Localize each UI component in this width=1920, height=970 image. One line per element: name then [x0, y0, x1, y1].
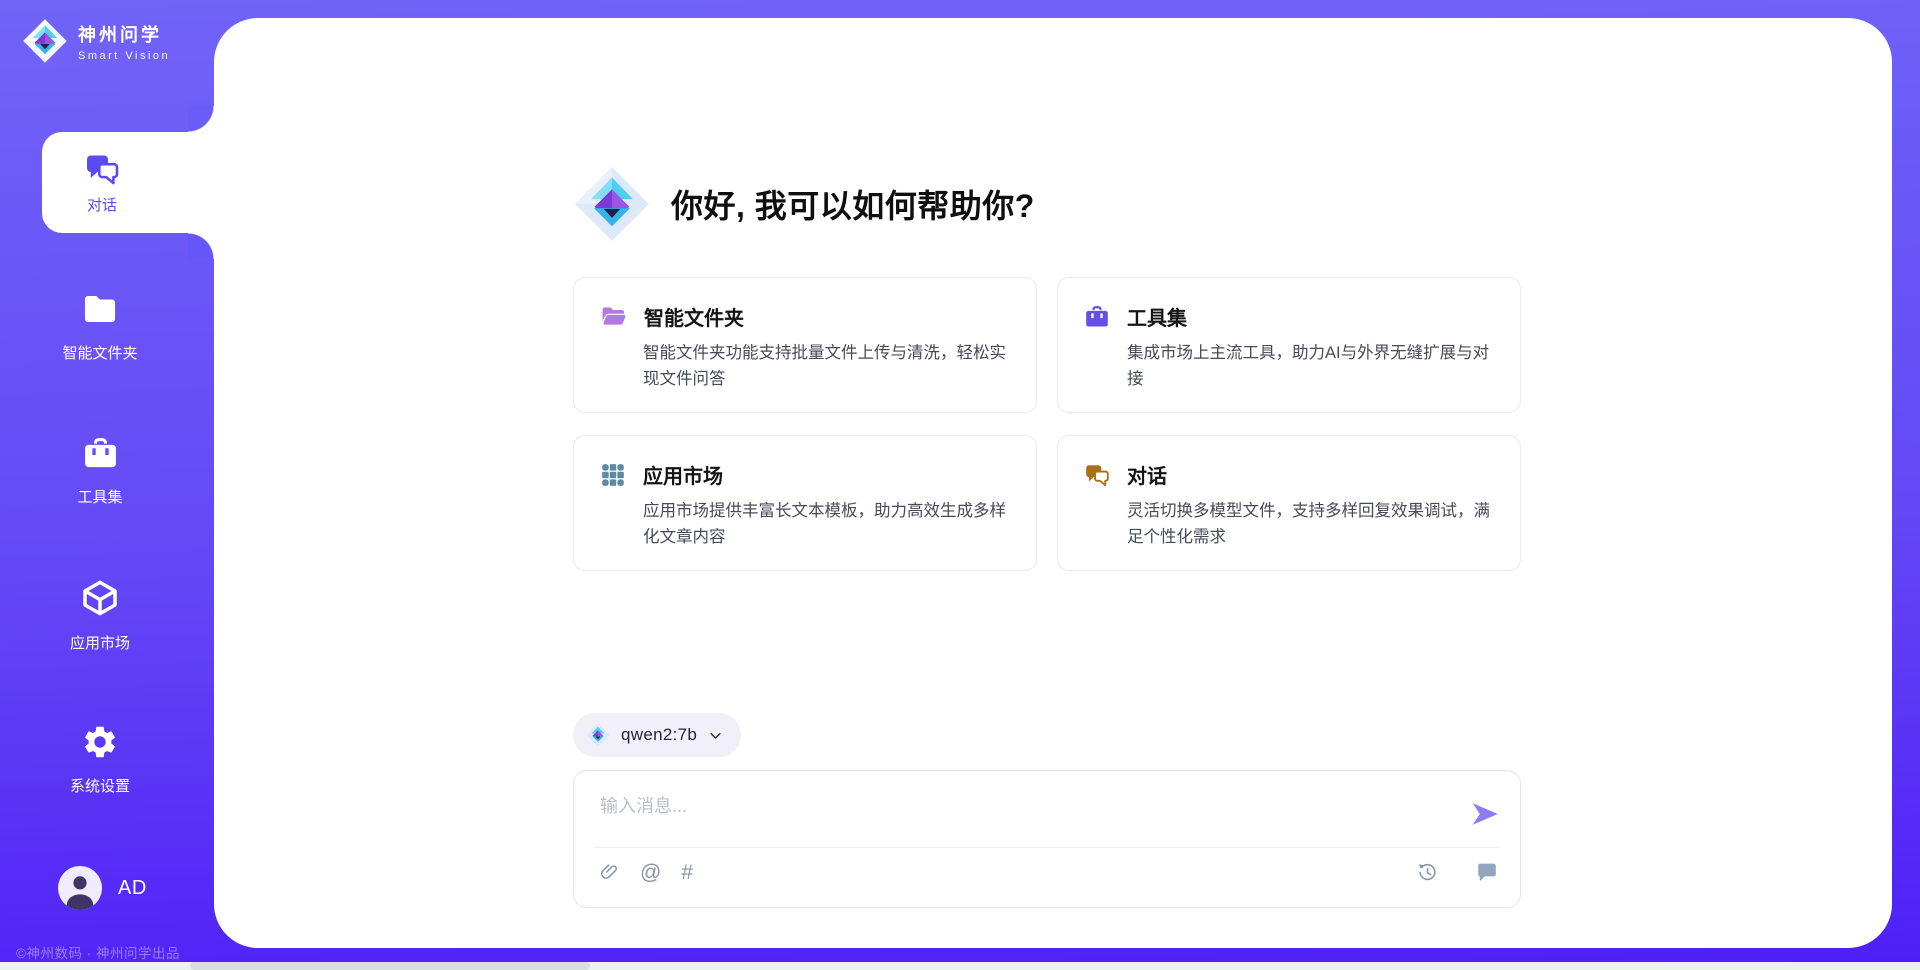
card-title: 对话	[1127, 460, 1167, 489]
chat-icon	[1084, 462, 1110, 488]
briefcase-icon	[82, 435, 119, 472]
person-icon	[58, 866, 102, 910]
sidebar-item-chat[interactable]: 对话	[42, 132, 214, 233]
card-description: 集成市场上主流工具，助力AI与外界无缝扩展与对接	[1127, 341, 1494, 392]
message-composer: @ #	[573, 770, 1521, 908]
greeting-title: 你好, 我可以如何帮助你?	[671, 181, 1035, 227]
sidebar-item-label: 工具集	[0, 486, 200, 507]
history-icon	[1417, 862, 1438, 883]
model-name: qwen2:7b	[621, 725, 697, 745]
sidebar-item-label: 对话	[87, 194, 117, 215]
sidebar-item-label: 智能文件夹	[0, 342, 200, 363]
brand-subtitle: Smart Vision	[78, 50, 170, 62]
model-logo-icon	[586, 723, 610, 747]
active-tab-flare-bottom	[188, 233, 214, 259]
message-bubble-icon	[1476, 861, 1498, 883]
history-button[interactable]	[1417, 862, 1438, 883]
sidebar-item-label: 应用市场	[0, 632, 200, 653]
sidebar-item-settings[interactable]: 系统设置	[0, 723, 200, 796]
sidebar-item-toolset[interactable]: 工具集	[0, 435, 200, 507]
scrollbar-thumb[interactable]	[190, 962, 590, 970]
card-toolset[interactable]: 工具集 集成市场上主流工具，助力AI与外界无缝扩展与对接	[1057, 277, 1521, 413]
user-name: AD	[118, 877, 147, 900]
message-input[interactable]	[574, 771, 1520, 841]
grid-icon	[600, 462, 626, 488]
avatar	[58, 866, 102, 910]
at-icon: @	[640, 862, 661, 883]
card-title: 应用市场	[643, 460, 723, 489]
card-smart-folder[interactable]: 智能文件夹 智能文件夹功能支持批量文件上传与清洗，轻松实现文件问答	[573, 277, 1037, 413]
paperclip-icon	[600, 861, 620, 883]
main-area: 你好, 我可以如何帮助你? 智能文件夹 智能文件夹功能支持批量文件上传与清洗，轻…	[214, 18, 1892, 948]
sidebar-item-folder[interactable]: 智能文件夹	[0, 290, 200, 363]
card-description: 灵活切换多模型文件，支持多样回复效果调试，满足个性化需求	[1127, 499, 1494, 550]
hash-icon: #	[681, 862, 693, 883]
hashtag-button[interactable]: #	[681, 862, 693, 883]
composer-divider	[594, 847, 1500, 848]
card-title: 工具集	[1127, 302, 1187, 331]
briefcase-icon	[1084, 304, 1110, 330]
user-profile[interactable]: AD	[58, 866, 147, 910]
feedback-button[interactable]	[1476, 861, 1498, 883]
sidebar-item-market[interactable]: 应用市场	[0, 578, 200, 653]
brand-logo-icon	[22, 18, 68, 64]
sidebar: 神州问学 Smart Vision 对话 智能文件夹 工具集	[0, 0, 214, 970]
active-tab-flare-top	[188, 106, 214, 132]
gear-icon	[81, 723, 119, 761]
greeting: 你好, 我可以如何帮助你?	[573, 165, 1521, 243]
send-button[interactable]	[1468, 799, 1500, 831]
card-chat[interactable]: 对话 灵活切换多模型文件，支持多样回复效果调试，满足个性化需求	[1057, 435, 1521, 571]
model-selector[interactable]: qwen2:7b	[573, 713, 741, 757]
folder-icon	[81, 290, 119, 328]
chevron-down-icon	[708, 728, 723, 743]
send-icon	[1469, 799, 1499, 829]
card-description: 智能文件夹功能支持批量文件上传与清洗，轻松实现文件问答	[643, 341, 1010, 392]
brand: 神州问学 Smart Vision	[22, 18, 170, 64]
horizontal-scrollbar[interactable]	[0, 962, 1920, 970]
card-description: 应用市场提供丰富长文本模板，助力高效生成多样化文章内容	[643, 499, 1010, 550]
brand-name: 神州问学	[78, 21, 170, 47]
folder-open-icon	[600, 303, 627, 330]
card-title: 智能文件夹	[644, 302, 744, 331]
copyright-text: ©神州数码 · 神州问学出品	[16, 942, 180, 962]
feature-cards: 智能文件夹 智能文件夹功能支持批量文件上传与清洗，轻松实现文件问答 工具集 集成…	[573, 277, 1521, 571]
card-app-market[interactable]: 应用市场 应用市场提供丰富长文本模板，助力高效生成多样化文章内容	[573, 435, 1037, 571]
cube-icon	[80, 578, 120, 618]
chat-icon	[84, 151, 120, 187]
assistant-logo-icon	[573, 165, 651, 243]
sidebar-item-label: 系统设置	[0, 775, 200, 796]
attach-file-button[interactable]	[600, 861, 620, 883]
mention-button[interactable]: @	[640, 862, 661, 883]
